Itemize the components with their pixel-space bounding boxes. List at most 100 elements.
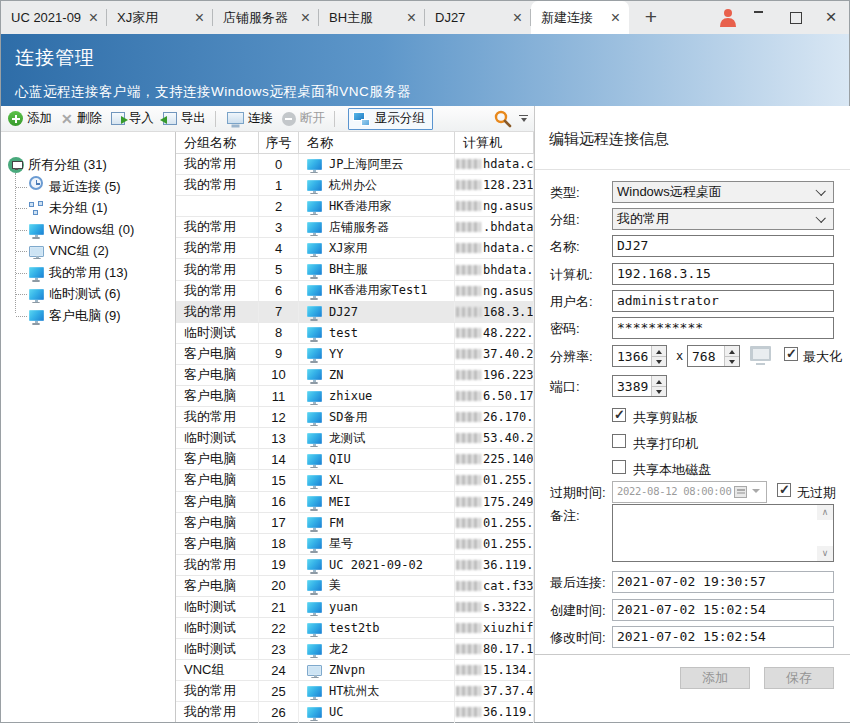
toolbar-overflow-icon[interactable] [519, 115, 528, 122]
connect-button[interactable]: 连接 [225, 108, 275, 130]
resolution-height-stepper[interactable]: 768 [687, 345, 740, 367]
scroll-down-icon[interactable]: ∨ [817, 546, 833, 561]
delete-icon: ✕ [61, 112, 73, 126]
tab-UC 2021-09[interactable]: UC 2021-09× [1, 1, 107, 34]
port-stepper[interactable]: 3389 [612, 375, 667, 397]
sidebar-item-VNC组 (2)[interactable]: VNC组 (2) [1, 241, 175, 263]
redacted-blur [456, 286, 481, 296]
maximize-button[interactable] [787, 1, 805, 34]
no-expire-label: 无过期 [797, 484, 836, 502]
show-groups-toggle[interactable]: 显示分组 [348, 108, 433, 130]
table-row[interactable]: 我的常用19UC 2021-09-0236.119.9 [176, 555, 534, 576]
delete-button[interactable]: ✕删除 [59, 108, 104, 130]
table-row[interactable]: 临时测试8test48.222.9 [176, 323, 534, 344]
note-textarea[interactable]: ∧ ∨ [612, 504, 834, 562]
minimize-button[interactable] [749, 1, 767, 34]
cell-computer: 175.249. [455, 492, 534, 512]
type-select[interactable]: Windows远程桌面 [612, 181, 834, 203]
table-row[interactable]: 我的常用1杭州办公128.231. [176, 175, 534, 196]
column-header-index[interactable]: 序号 [259, 132, 299, 153]
password-input[interactable]: *********** [612, 317, 834, 339]
table-row[interactable]: VNC组24ZNvpn15.134.3 [176, 660, 534, 681]
name-input[interactable]: DJ27 [612, 235, 834, 257]
tab-close-icon[interactable]: × [301, 10, 310, 26]
table-row[interactable]: 我的常用0JP上海阿里云hdata.co [176, 154, 534, 175]
connection-name: BH主服 [329, 261, 367, 278]
monitor-icon [307, 559, 322, 570]
group-select[interactable]: 我的常用 [612, 208, 834, 230]
table-row[interactable]: 我的常用26UC36.119.9 [176, 702, 534, 723]
new-tab-button[interactable]: + [639, 5, 663, 29]
table-row[interactable]: 客户电脑18星号01.255.9 [176, 534, 534, 555]
tab-close-icon[interactable]: × [89, 10, 98, 26]
column-header-name[interactable]: 名称 [299, 132, 455, 153]
expire-datetime-input[interactable]: 2022-08-12 08:00:00 [612, 481, 767, 503]
stepper-arrows[interactable] [651, 346, 666, 366]
table-row[interactable]: 2HK香港用家ng.asusc [176, 196, 534, 217]
table-row[interactable]: 客户电脑16MEI175.249. [176, 492, 534, 513]
table-row[interactable]: 我的常用7DJ27168.3.15 [176, 302, 534, 323]
sidebar-item-最近连接 (5)[interactable]: 最近连接 (5) [1, 176, 175, 198]
tab-BH主服[interactable]: BH主服× [319, 1, 425, 34]
table-row[interactable]: 我的常用25HT杭州太37.37.44 [176, 681, 534, 702]
last-connect-value: 2021-07-02 19:30:57 [612, 571, 834, 593]
stepper-arrows[interactable] [651, 376, 666, 396]
panel-save-button[interactable]: 保存 [764, 667, 834, 689]
table-row[interactable]: 临时测试22test2tbxiuzhifu [176, 618, 534, 639]
tab-close-icon[interactable]: × [611, 10, 620, 26]
share-clipboard-checkbox[interactable] [612, 408, 626, 422]
column-header-group[interactable]: 分组名称 [176, 132, 259, 153]
table-row[interactable]: 客户电脑10ZN196.223. [176, 365, 534, 386]
sidebar-item-未分组 (1)[interactable]: 未分组 (1) [1, 198, 175, 220]
table-row[interactable]: 我的常用5BH主服bhdata.c [176, 259, 534, 280]
user-account-icon[interactable] [717, 1, 739, 34]
disconnect-button[interactable]: 断开 [280, 108, 327, 130]
tab-close-icon[interactable]: × [407, 10, 416, 26]
tab-店铺服务器[interactable]: 店铺服务器× [213, 1, 319, 34]
tab-新建连接[interactable]: 新建连接× [531, 1, 629, 34]
table-row[interactable]: 客户电脑17FM01.255.2 [176, 513, 534, 534]
table-row[interactable]: 客户电脑11zhixue6.50.170 [176, 386, 534, 407]
stepper-arrows[interactable] [724, 346, 739, 366]
calendar-dropdown-icon[interactable] [734, 485, 762, 499]
table-row[interactable]: 客户电脑9YY37.40.22 [176, 344, 534, 365]
tab-close-icon[interactable]: × [195, 10, 204, 26]
table-row[interactable]: 我的常用4XJ家用hdata.co [176, 238, 534, 259]
share-printer-checkbox[interactable] [612, 434, 626, 448]
search-icon[interactable] [493, 109, 513, 132]
export-button[interactable]: 导出 [161, 108, 208, 130]
resolution-width-stepper[interactable]: 1366 [612, 345, 667, 367]
table-row[interactable]: 客户电脑20美cat.f332 [176, 576, 534, 597]
username-input[interactable]: administrator [612, 290, 834, 312]
tab-XJ家用[interactable]: XJ家用× [107, 1, 213, 34]
computer-input[interactable]: 192.168.3.15 [612, 263, 834, 285]
column-header-computer[interactable]: 计算机 [455, 132, 534, 153]
scroll-up-icon[interactable]: ∧ [817, 505, 833, 520]
add-button[interactable]: 添加 [6, 108, 54, 130]
table-row[interactable]: 客户电脑15XL01.255.2 [176, 470, 534, 491]
import-button[interactable]: 导入 [109, 108, 156, 130]
window-close-button[interactable]: × [821, 1, 841, 34]
no-expire-checkbox[interactable] [777, 483, 791, 497]
panel-add-button[interactable]: 添加 [680, 667, 750, 689]
sidebar-item-客户电脑 (9)[interactable]: 客户电脑 (9) [1, 305, 175, 327]
redacted-blur [456, 518, 481, 528]
tab-DJ27[interactable]: DJ27× [425, 1, 531, 34]
table-row[interactable]: 临时测试13龙测试53.40.22 [176, 428, 534, 449]
sidebar-item-all-groups[interactable]: 所有分组 (31) [1, 154, 175, 176]
cell-index: 5 [259, 259, 299, 279]
button-divider [535, 654, 850, 655]
table-row[interactable]: 临时测试21yuans.3322.n [176, 597, 534, 618]
table-row[interactable]: 临时测试23龙280.17.13 [176, 639, 534, 660]
sidebar-item-我的常用 (13)[interactable]: 我的常用 (13) [1, 262, 175, 284]
table-row[interactable]: 我的常用12SD备用26.170.1 [176, 407, 534, 428]
table-row[interactable]: 我的常用3店铺服务器.bhdata. [176, 217, 534, 238]
share-disk-checkbox[interactable] [612, 460, 626, 474]
table-row[interactable]: 客户电脑14QIU225.140. [176, 449, 534, 470]
cell-group: 客户电脑 [176, 386, 259, 406]
sidebar-item-临时测试 (6)[interactable]: 临时测试 (6) [1, 284, 175, 306]
table-row[interactable]: 我的常用6HK香港用家Test1ng.asusc [176, 281, 534, 302]
sidebar-item-Windows组 (0)[interactable]: Windows组 (0) [1, 219, 175, 241]
maximize-checkbox[interactable] [784, 347, 798, 361]
tab-close-icon[interactable]: × [513, 10, 522, 26]
